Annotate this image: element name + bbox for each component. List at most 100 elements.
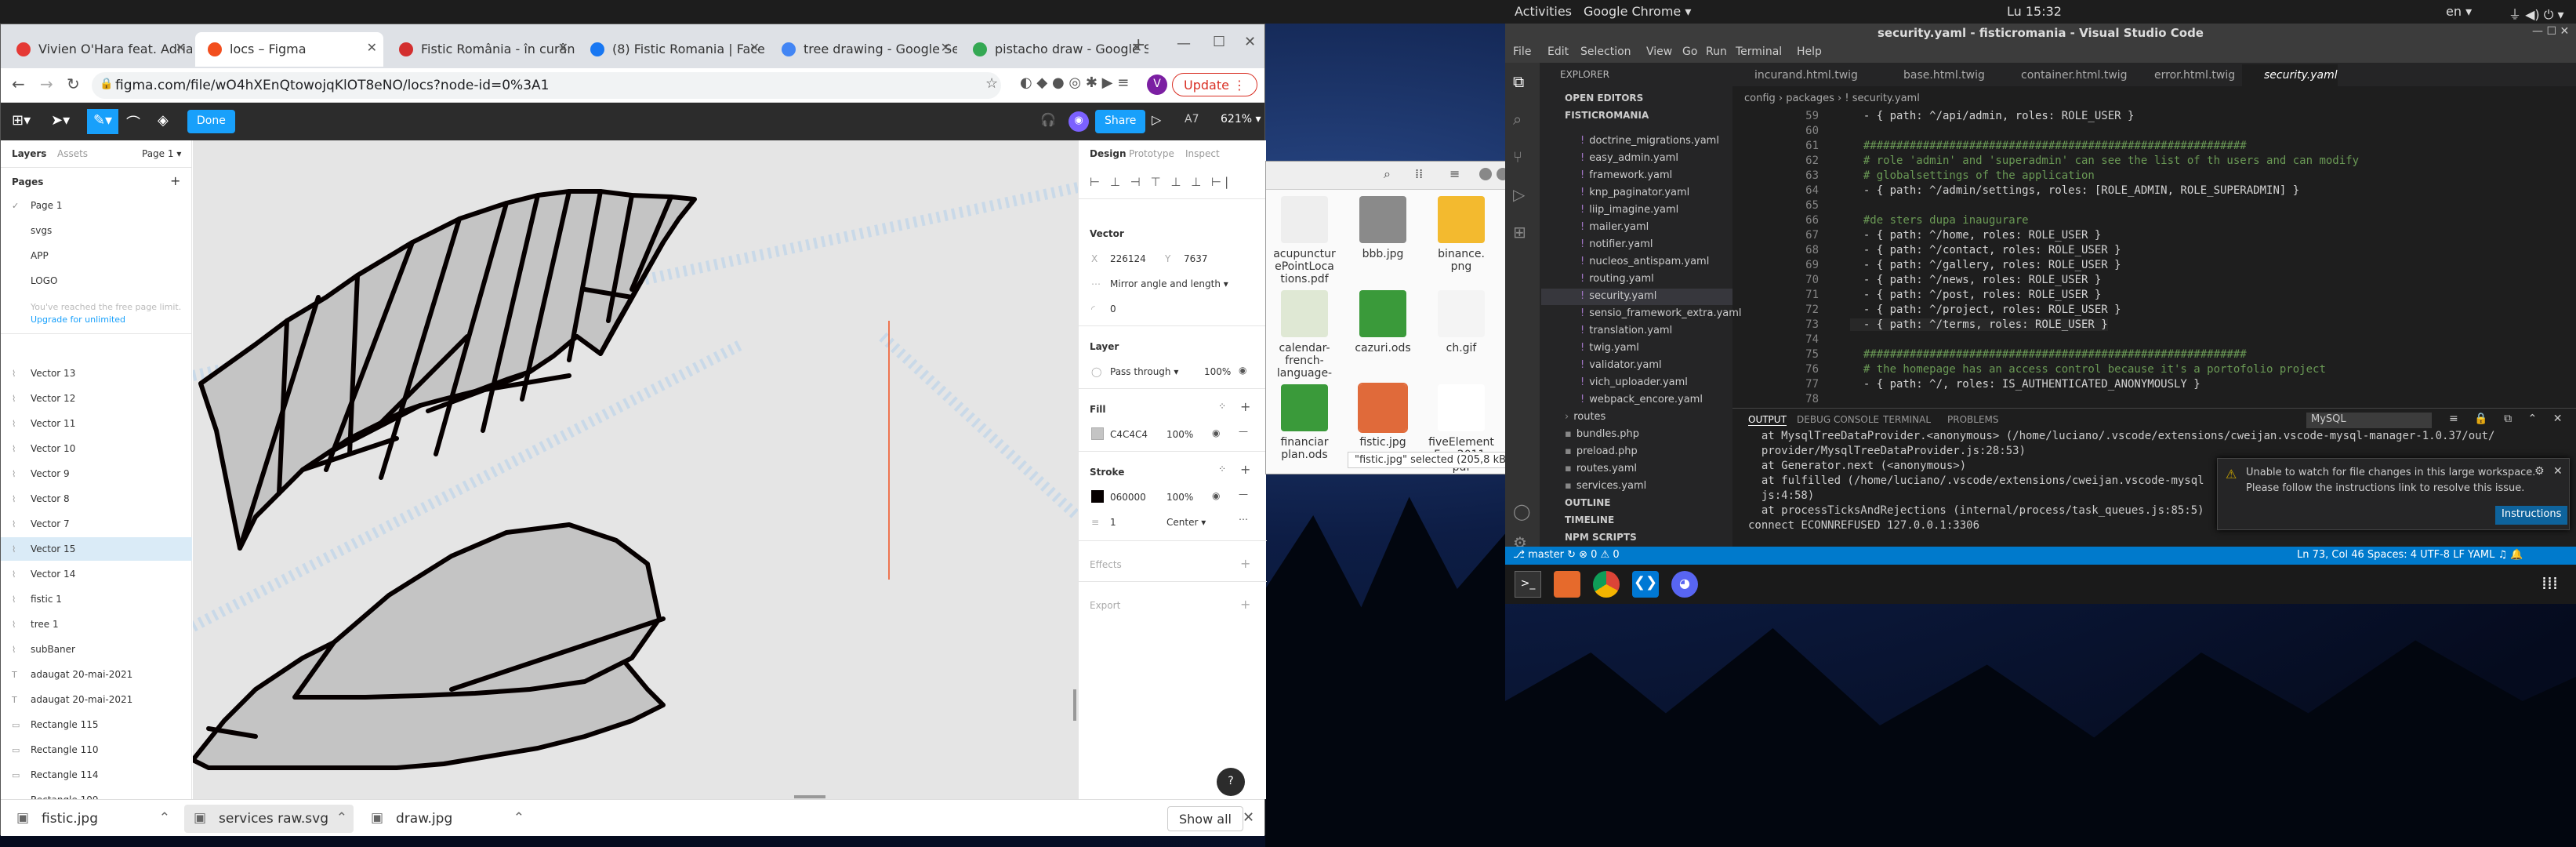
debug-icon[interactable]: ▷ <box>1513 185 1525 204</box>
style-icon[interactable]: ⁘ <box>1218 401 1226 412</box>
open-editors-section[interactable]: OPEN EDITORS <box>1565 93 1643 104</box>
effects-title[interactable]: Effects <box>1090 559 1122 570</box>
file-tree-item[interactable]: ! translation.yaml <box>1541 323 1732 340</box>
close-downloads-icon[interactable]: ✕ <box>1243 809 1254 826</box>
layer-item[interactable]: ⌇ tree 1 <box>1 613 192 636</box>
file-tree-item[interactable]: ▪ routes.yaml <box>1541 461 1732 478</box>
share-button[interactable]: Share <box>1095 110 1146 133</box>
output-channel-select[interactable]: MySQL <box>2306 413 2432 428</box>
view-options-icon[interactable]: ⁞⁞ <box>1415 166 1423 181</box>
file-tree-item[interactable]: ! notifier.yaml <box>1541 237 1732 253</box>
code-line[interactable]: # the homepage has an access control bec… <box>1850 363 2326 376</box>
file-item[interactable]: acupunctur ePointLoca tions.pdf <box>1269 196 1340 285</box>
discord-icon[interactable]: ◕ <box>1671 571 1698 598</box>
vector-drawing[interactable] <box>193 140 1078 799</box>
app-menu[interactable]: Google Chrome ▾ <box>1584 4 1691 19</box>
tab-fistic[interactable]: Fistic România - în curând ✕ <box>386 32 575 67</box>
code-line[interactable]: # globalsettings of the application <box>1850 169 2095 182</box>
code-line[interactable]: - { path: ^/admin/settings, roles: [ROLE… <box>1850 184 2299 197</box>
status-right[interactable]: Ln 73, Col 46 Spaces: 4 UTF-8 LF YAML ♫ … <box>2297 549 2523 561</box>
code-line[interactable]: - { path: ^/, roles: IS_AUTHENTICATED_AN… <box>1850 378 2200 391</box>
terminal-icon[interactable]: >_ <box>1515 571 1541 598</box>
close-icon[interactable]: ✕ <box>941 40 951 55</box>
collaborator-label[interactable]: A7 <box>1185 113 1199 125</box>
figma-canvas[interactable] <box>193 140 1078 799</box>
file-tree-item[interactable]: ! framework.yaml <box>1541 168 1732 184</box>
pen-tool-icon[interactable]: ✎▾ <box>87 109 118 134</box>
figma-menu-icon[interactable]: ⊞▾ <box>12 112 31 129</box>
show-all-button[interactable]: Show all <box>1167 806 1243 831</box>
layer-item[interactable]: ▭ Rectangle 115 <box>1 713 192 736</box>
chevron-up-icon[interactable]: ⌃ <box>336 810 347 826</box>
clock[interactable]: Lu 15:32 <box>2007 4 2062 19</box>
file-tree-item[interactable]: ! security.yaml <box>1541 289 1732 305</box>
back-icon[interactable]: ← <box>12 75 25 93</box>
layer-item[interactable]: ⌇ Vector 8 <box>1 487 192 511</box>
code-line[interactable]: #de sters dupa inaugurare <box>1850 214 2029 227</box>
fill-hex[interactable]: C4C4C4 <box>1110 429 1148 440</box>
x-input[interactable]: 226124 <box>1110 253 1146 264</box>
layer-item[interactable]: ⌇ subBaner <box>1 638 192 661</box>
activities-button[interactable]: Activities <box>1515 4 1572 19</box>
file-tree-item[interactable]: ! easy_admin.yaml <box>1541 151 1732 167</box>
page-selector[interactable]: Page 1 ▾ <box>142 148 181 159</box>
outline-section[interactable]: OUTLINE <box>1565 497 1610 508</box>
file-tree-item[interactable]: ! liip_imagine.yaml <box>1541 202 1732 219</box>
menu-item[interactable]: Help <box>1797 45 1822 58</box>
vector-shapes[interactable] <box>193 189 697 770</box>
scrollbar[interactable] <box>794 795 825 798</box>
eye-icon[interactable]: ◉ <box>1239 365 1246 376</box>
file-item[interactable]: financiar plan.ods <box>1269 384 1340 461</box>
file-tree-item[interactable]: ▪ preload.php <box>1541 444 1732 460</box>
panel-tab[interactable]: OUTPUT <box>1748 414 1787 426</box>
editor-tab[interactable]: incurand.html.twig <box>1732 64 1858 88</box>
corner-radius-input[interactable]: 0 <box>1110 304 1116 314</box>
file-tree-item[interactable]: ! nucleos_antispam.yaml <box>1541 254 1732 271</box>
system-tray[interactable]: ⏚ ◀) ⏻ ▾ <box>2509 4 2564 23</box>
url-field[interactable]: 🔒 figma.com/file/wO4hXEnQtowojqKlOT8eNO/l… <box>92 72 1001 99</box>
panel-tab[interactable]: DEBUG CONSOLE <box>1797 414 1879 425</box>
add-effect-icon[interactable]: + <box>1240 556 1250 571</box>
close-icon[interactable]: ✕ <box>749 40 760 55</box>
layer-item[interactable]: ▭ Rectangle 110 <box>1 738 192 762</box>
close-icon[interactable]: ✕ <box>2553 465 2563 478</box>
layer-item[interactable]: ⌇ Vector 7 <box>1 512 192 536</box>
gear-icon[interactable]: ⚙ <box>2534 465 2545 478</box>
bookmark-star-icon[interactable]: ☆ <box>985 75 998 92</box>
extensions-icons[interactable]: ◐ ◆ ● ◎ ✱ ▶ ≡ <box>1020 75 1129 91</box>
explorer-icon[interactable]: ⧉ <box>1513 72 1524 91</box>
minimize-icon[interactable] <box>1479 168 1492 180</box>
code-line[interactable]: - { path: ^/api/admin, roles: ROLE_USER … <box>1850 110 2135 122</box>
chevron-up-icon[interactable]: ⌃ <box>513 810 524 826</box>
file-tree-item[interactable]: ! knp_paginator.yaml <box>1541 185 1732 202</box>
file-tree-item[interactable]: ! mailer.yaml <box>1541 220 1732 236</box>
code-line[interactable]: - { path: ^/news, roles: ROLE_USER } <box>1850 274 2101 286</box>
file-item[interactable]: cazuri.ods <box>1348 290 1418 354</box>
code-line[interactable]: - { path: ^/contact, roles: ROLE_USER } <box>1850 244 2121 256</box>
y-input[interactable]: 7637 <box>1184 253 1208 264</box>
download-item[interactable]: ▣ draw.jpg ⌃ <box>361 805 531 833</box>
file-item[interactable]: calendar- french- language- <box>1269 290 1340 380</box>
file-tree-item[interactable]: ! sensio_framework_extra.yaml <box>1541 306 1742 322</box>
stroke-position-select[interactable]: Center ▾ <box>1166 517 1206 528</box>
window-controls[interactable]: — ☐ ✕ <box>2532 25 2569 38</box>
mirror-select[interactable]: Mirror angle and length ▾ <box>1110 278 1228 289</box>
menu-item[interactable]: File <box>1513 45 1531 58</box>
panel-tab[interactable]: PROBLEMS <box>1947 414 1999 425</box>
add-export-icon[interactable]: + <box>1240 597 1250 612</box>
files-icon[interactable] <box>1554 571 1580 598</box>
headphones-icon[interactable]: 🎧 <box>1040 112 1056 127</box>
layer-item[interactable]: ⌇ Vector 14 <box>1 562 192 586</box>
editor-tab[interactable]: security.yaml <box>2242 64 2338 88</box>
file-tree-item[interactable]: ! vich_uploader.yaml <box>1541 375 1732 391</box>
vscode-icon[interactable]: ❮❯ <box>1632 571 1659 598</box>
scrollbar[interactable] <box>1073 689 1076 721</box>
editor-tab[interactable]: error.html.twig <box>2132 64 2235 88</box>
layer-opacity[interactable]: 100% <box>1204 366 1231 377</box>
layer-item[interactable]: ⌇ Vector 9 <box>1 462 192 485</box>
tab-vivien[interactable]: Vivien O'Hara feat. Adria ✕ <box>4 32 192 67</box>
file-tree-item[interactable]: ! twig.yaml <box>1541 340 1732 357</box>
remove-fill-icon[interactable]: — <box>1239 426 1248 437</box>
code-line[interactable]: # role 'admin' and 'superadmin' can see … <box>1850 154 2359 167</box>
close-icon[interactable]: ✕ <box>176 40 186 55</box>
